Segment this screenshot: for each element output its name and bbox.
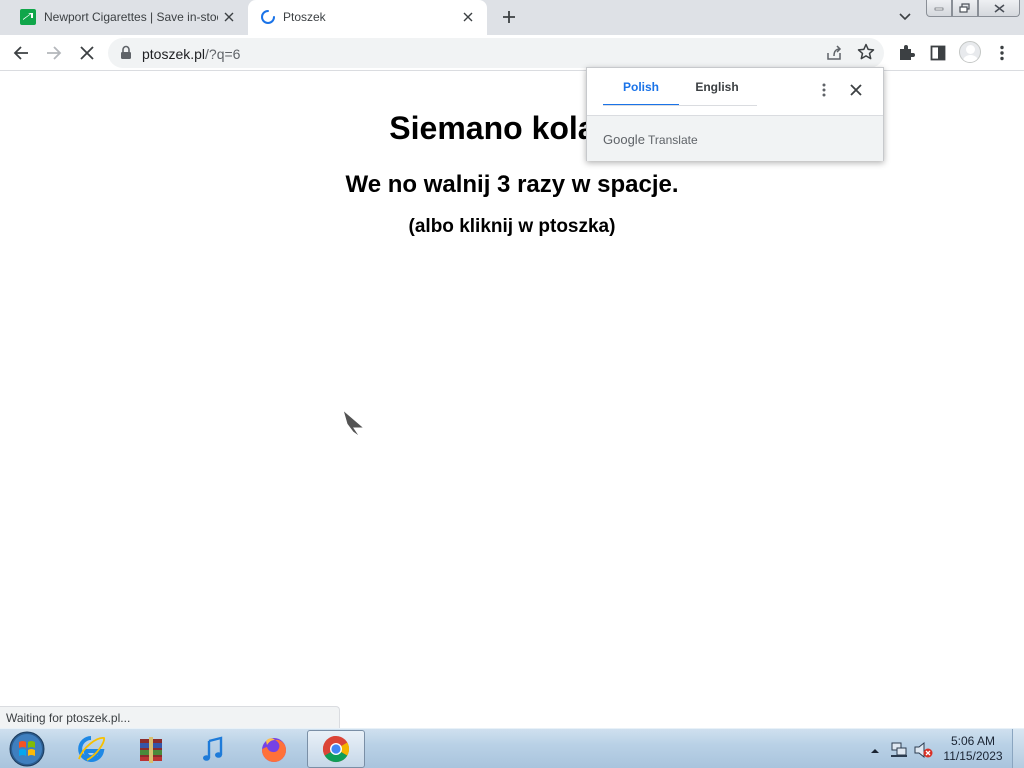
tab-title: Ptoszek xyxy=(283,10,326,24)
forward-icon[interactable] xyxy=(43,42,65,64)
translate-wordmark: Translate xyxy=(648,133,698,147)
tab-target-language[interactable]: English xyxy=(679,68,755,106)
back-icon[interactable] xyxy=(10,42,32,64)
window-controls xyxy=(926,0,1020,18)
tab-title: Newport Cigarettes | Save in-stock xyxy=(44,10,218,24)
stop-icon[interactable] xyxy=(76,42,98,64)
new-tab-button[interactable] xyxy=(498,6,520,28)
close-translate-icon[interactable] xyxy=(847,81,865,99)
page-hint: (albo kliknij w ptoszka) xyxy=(408,216,616,237)
system-clock[interactable]: 5:06 AM 11/15/2023 xyxy=(938,734,1008,764)
mouse-cursor-icon xyxy=(340,408,368,438)
web-page: Siemano kolano We no walnij 3 razy w spa… xyxy=(0,72,1024,728)
volume-muted-icon[interactable] xyxy=(913,741,933,759)
tab-strip: Newport Cigarettes | Save in-stock Ptosz… xyxy=(0,0,1024,35)
google-wordmark: Google xyxy=(603,132,645,147)
extensions-icon[interactable] xyxy=(895,42,917,64)
lock-icon[interactable] xyxy=(120,45,134,61)
address-bar[interactable]: ptoszek.pl/?q=6 xyxy=(108,38,884,68)
close-tab-icon[interactable] xyxy=(220,8,238,26)
url-path: /?q=6 xyxy=(205,46,241,62)
translate-language-tabs: Polish English xyxy=(603,68,755,106)
share-icon[interactable] xyxy=(824,43,844,63)
close-tab-icon[interactable] xyxy=(459,8,477,26)
internet-explorer-icon[interactable] xyxy=(62,730,120,768)
newport-favicon-icon xyxy=(20,9,36,25)
browser-toolbar: ptoszek.pl/?q=6 xyxy=(0,35,1024,71)
clock-date: 11/15/2023 xyxy=(943,749,1003,763)
side-panel-icon[interactable] xyxy=(927,42,949,64)
loading-spinner-icon xyxy=(260,9,276,25)
minimize-button[interactable] xyxy=(926,0,952,17)
close-window-button[interactable] xyxy=(978,0,1020,17)
tab-ptoszek[interactable]: Ptoszek xyxy=(248,0,487,35)
more-options-icon[interactable] xyxy=(817,81,831,99)
tab-divider xyxy=(603,105,757,106)
translate-footer: Google Translate xyxy=(587,115,883,161)
show-desktop-button[interactable] xyxy=(1012,729,1024,768)
itunes-icon[interactable] xyxy=(184,730,242,768)
firefox-icon[interactable] xyxy=(245,730,303,768)
tray-expand-icon[interactable] xyxy=(870,743,880,753)
windows-taskbar: 5:06 AM 11/15/2023 xyxy=(0,728,1024,768)
star-icon[interactable] xyxy=(856,42,876,62)
chrome-icon[interactable] xyxy=(307,730,365,768)
tab-search-chevron-icon[interactable] xyxy=(895,8,915,26)
translate-bubble: Polish English Google Translate xyxy=(586,67,884,161)
winrar-icon[interactable] xyxy=(122,730,180,768)
menu-icon[interactable] xyxy=(991,42,1013,64)
tab-newport[interactable]: Newport Cigarettes | Save in-stock xyxy=(8,0,248,35)
network-icon[interactable] xyxy=(889,741,909,759)
status-bubble: Waiting for ptoszek.pl... xyxy=(0,706,340,728)
start-orb-icon[interactable] xyxy=(4,730,50,768)
google-translate-logo: Google Translate xyxy=(603,132,698,147)
profile-avatar[interactable] xyxy=(959,41,981,63)
page-subheading: We no walnij 3 razy w spacje. xyxy=(345,171,679,198)
tab-source-language[interactable]: Polish xyxy=(603,68,679,106)
url-text[interactable]: ptoszek.pl/?q=6 xyxy=(142,46,240,62)
restore-button[interactable] xyxy=(952,0,978,17)
clock-time: 5:06 AM xyxy=(950,734,996,748)
url-host: ptoszek.pl xyxy=(142,46,206,62)
